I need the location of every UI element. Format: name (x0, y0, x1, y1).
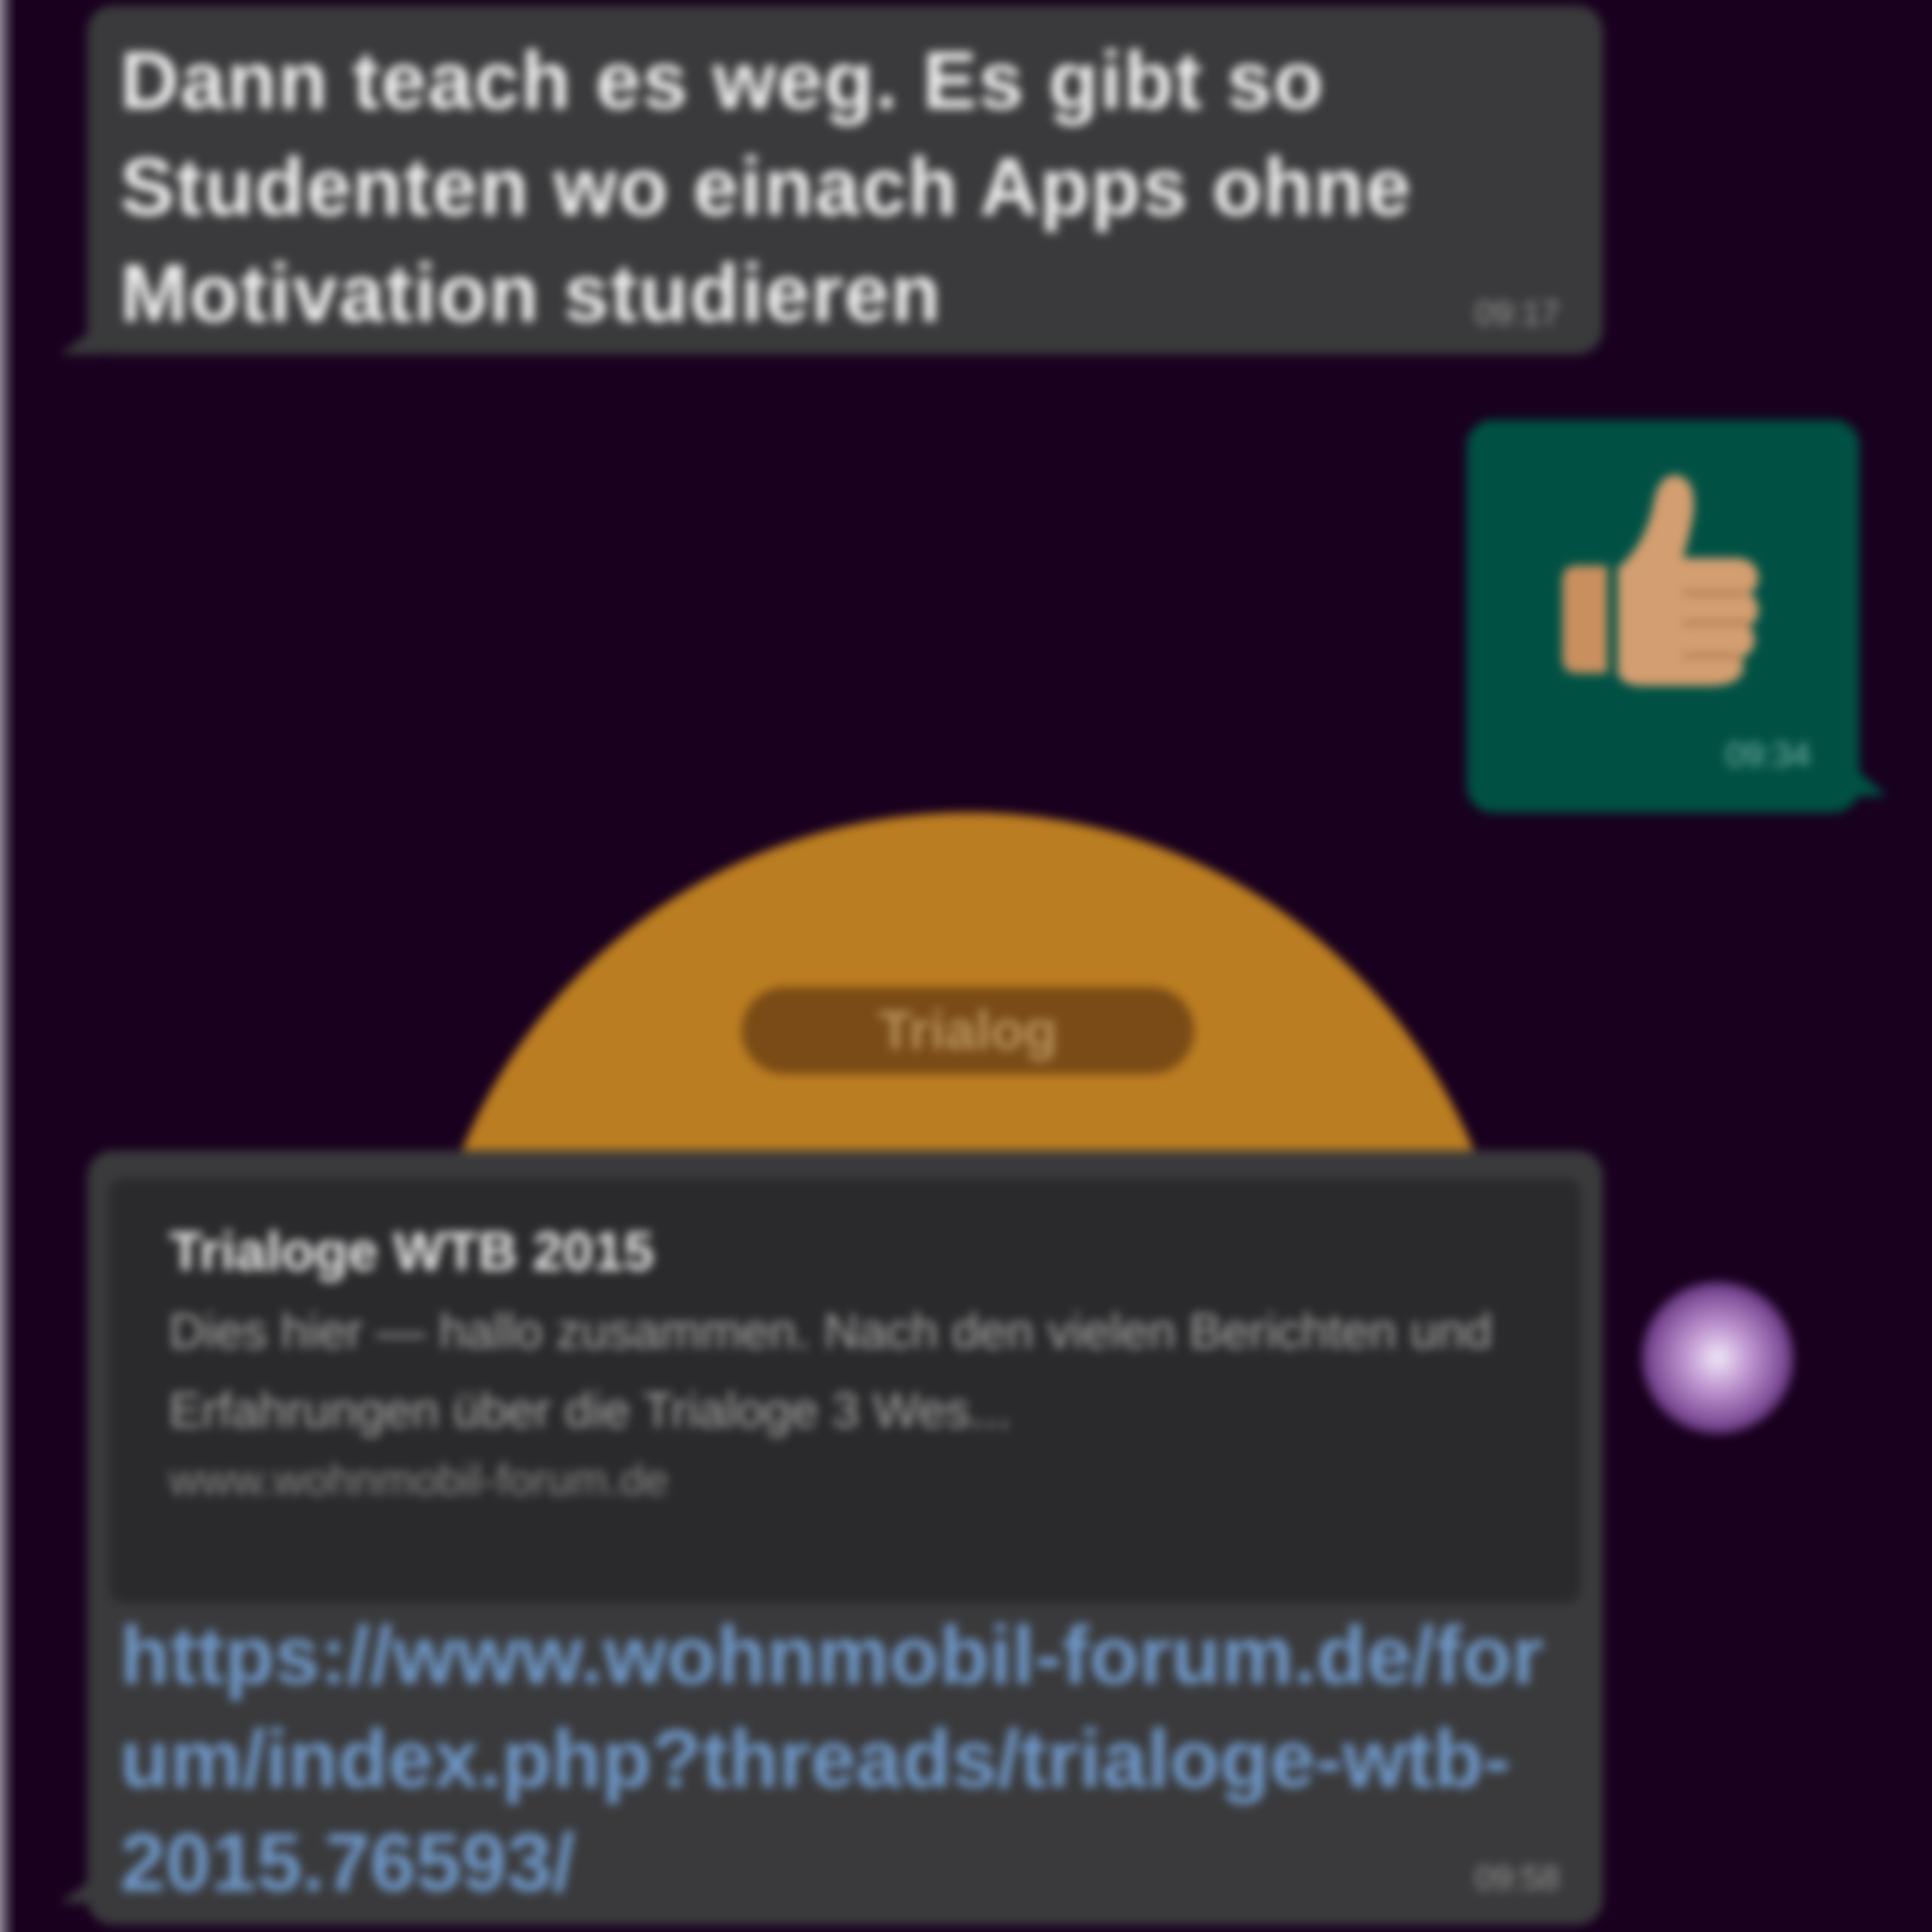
message-text: Dann teach es weg. Es gibt so Studenten … (120, 34, 1412, 339)
message-bubble-incoming[interactable]: Trialoge WTB 2015 Dies hier — hallo zusa… (87, 1151, 1603, 1925)
link-preview-domain: www.wohnmobil-forum.de (169, 1455, 669, 1504)
message-time: 09:17 (1474, 294, 1560, 332)
link-preview-card[interactable]: Trialoge WTB 2015 Dies hier — hallo zusa… (109, 1178, 1581, 1603)
link-preview-title: Trialoge WTB 2015 (169, 1221, 654, 1282)
thumbs-up-icon (1562, 475, 1759, 686)
message-bubble-outgoing[interactable]: 09:34 (1467, 420, 1859, 812)
message-time: 09:34 (1725, 736, 1810, 774)
link-preview-description: Dies hier — hallo zusammen. Nach den vie… (169, 1304, 1492, 1438)
message-tail (1838, 753, 1887, 796)
message-bubble-incoming[interactable]: Dann teach es weg. Es gibt so Studenten … (87, 5, 1603, 354)
message-link[interactable]: https://www.wohnmobil-forum.de/forum/ind… (120, 1603, 1549, 1914)
avatar-bubble-icon[interactable] (1641, 1281, 1794, 1434)
image-label: Trialog (742, 987, 1194, 1074)
message-time: 09:58 (1474, 1859, 1560, 1897)
chat-view[interactable]: Dann teach es weg. Es gibt so Studenten … (0, 0, 1932, 1932)
link-preview-image[interactable]: Trialog (420, 812, 1516, 1205)
